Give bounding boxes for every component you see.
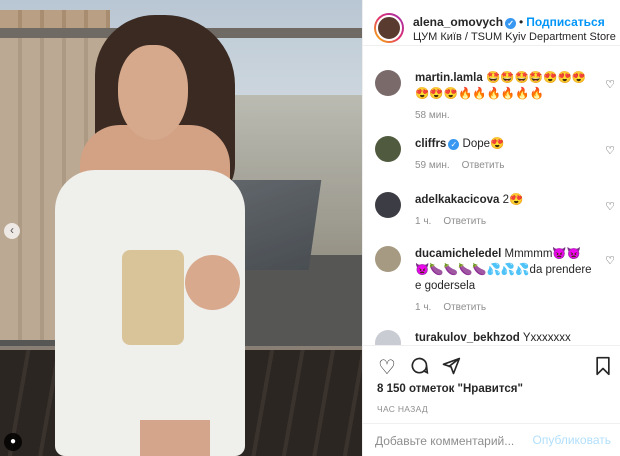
separator-dot: • — [519, 15, 524, 29]
commenter-avatar[interactable] — [375, 192, 401, 218]
verified-icon: ✓ — [505, 18, 517, 29]
share-icon[interactable] — [439, 356, 463, 380]
comment-time[interactable]: 59 мин. — [415, 160, 450, 171]
post-header: alena_omovych ✓ • Подписаться ЦУМ Київ / TS… — [363, 0, 620, 46]
photo-face — [118, 45, 188, 140]
author-username[interactable]: alena_omovych — [413, 15, 503, 29]
heart-icon[interactable]: ♡ — [375, 356, 399, 380]
comment-text: Dope😍 — [462, 138, 505, 150]
comment-like-icon[interactable] — [605, 254, 615, 267]
comment-like-icon[interactable] — [605, 78, 615, 91]
location-link[interactable]: ЦУМ Київ / TSUM Kyiv Department Store — [413, 31, 616, 43]
post-timestamp[interactable]: ЧАС НАЗАД — [377, 404, 428, 414]
comment-time[interactable]: 1 ч. — [415, 302, 431, 313]
chevron-left-icon[interactable]: ‹ — [4, 223, 20, 239]
comment-icon[interactable] — [407, 356, 431, 380]
comment-meta: 58 мин. — [415, 108, 595, 124]
commenter-avatar[interactable] — [375, 136, 401, 162]
post-side-panel: alena_omovych ✓ • Подписаться ЦУМ Київ / TS… — [362, 0, 620, 456]
comment-username[interactable]: cliffrs — [415, 138, 446, 150]
comment-body: turakulov_bekhzod Yxxxxxxx — [415, 330, 595, 345]
commenter-avatar[interactable] — [375, 330, 401, 345]
comment-body: adelkakacicova 2😍 1 ч. Ответить — [415, 192, 595, 230]
author-avatar[interactable] — [374, 13, 404, 43]
post-photo[interactable] — [0, 0, 362, 456]
comment-input[interactable] — [375, 432, 535, 450]
photo-legs — [140, 420, 210, 456]
commenter-avatar[interactable] — [375, 246, 401, 272]
comment-meta: 1 ч. Ответить — [415, 300, 595, 316]
comment-time[interactable]: 58 мин. — [415, 110, 450, 121]
comments-list[interactable]: martin.lamla 🤩🤩🤩🤩😍😍😍😍😍😍🔥🔥🔥🔥🔥🔥 58 мин. cl… — [363, 58, 620, 345]
comment-body: cliffrs ✓ Dope😍 59 мин. Ответить — [415, 136, 595, 174]
commenter-avatar[interactable] — [375, 70, 401, 96]
comment-text: Yxxxxxxx — [522, 332, 571, 344]
author-line: alena_omovych ✓ • Подписаться — [413, 15, 605, 29]
comment-time[interactable]: 1 ч. — [415, 216, 431, 227]
photo-corset — [122, 250, 184, 345]
photo-hand — [185, 255, 240, 310]
comment-meta: 59 мин. Ответить — [415, 158, 595, 174]
comment-like-icon[interactable] — [605, 200, 615, 213]
follow-button[interactable]: Подписаться — [526, 15, 604, 29]
post-comment-button[interactable]: Опубликовать — [533, 433, 611, 447]
comment-username[interactable]: ducamicheledel — [415, 248, 501, 260]
comment-meta: 1 ч. Ответить — [415, 214, 595, 230]
reply-button[interactable]: Ответить — [443, 216, 486, 227]
bookmark-icon[interactable] — [591, 356, 615, 380]
reply-button[interactable]: Ответить — [443, 302, 486, 313]
likes-count[interactable]: 8 150 отметок "Нравится" — [377, 383, 523, 395]
user-tag-icon[interactable]: ● — [4, 433, 22, 451]
comment-text: 2😍 — [502, 194, 524, 206]
reply-button[interactable]: Ответить — [462, 160, 505, 171]
comment-username[interactable]: martin.lamla — [415, 72, 483, 84]
comment-like-icon[interactable] — [605, 144, 615, 157]
verified-icon: ✓ — [448, 139, 460, 150]
comment-body: ducamicheledel Mmmmm👿👿👿🍆🍆🍆🍆💦💦💦da prender… — [415, 246, 595, 316]
comment-username[interactable]: turakulov_bekhzod — [415, 332, 520, 344]
add-comment-bar: Опубликовать — [363, 423, 620, 456]
author-avatar-image — [376, 15, 402, 41]
comment-body: martin.lamla 🤩🤩🤩🤩😍😍😍😍😍😍🔥🔥🔥🔥🔥🔥 58 мин. — [415, 70, 595, 124]
comment-username[interactable]: adelkakacicova — [415, 194, 499, 206]
